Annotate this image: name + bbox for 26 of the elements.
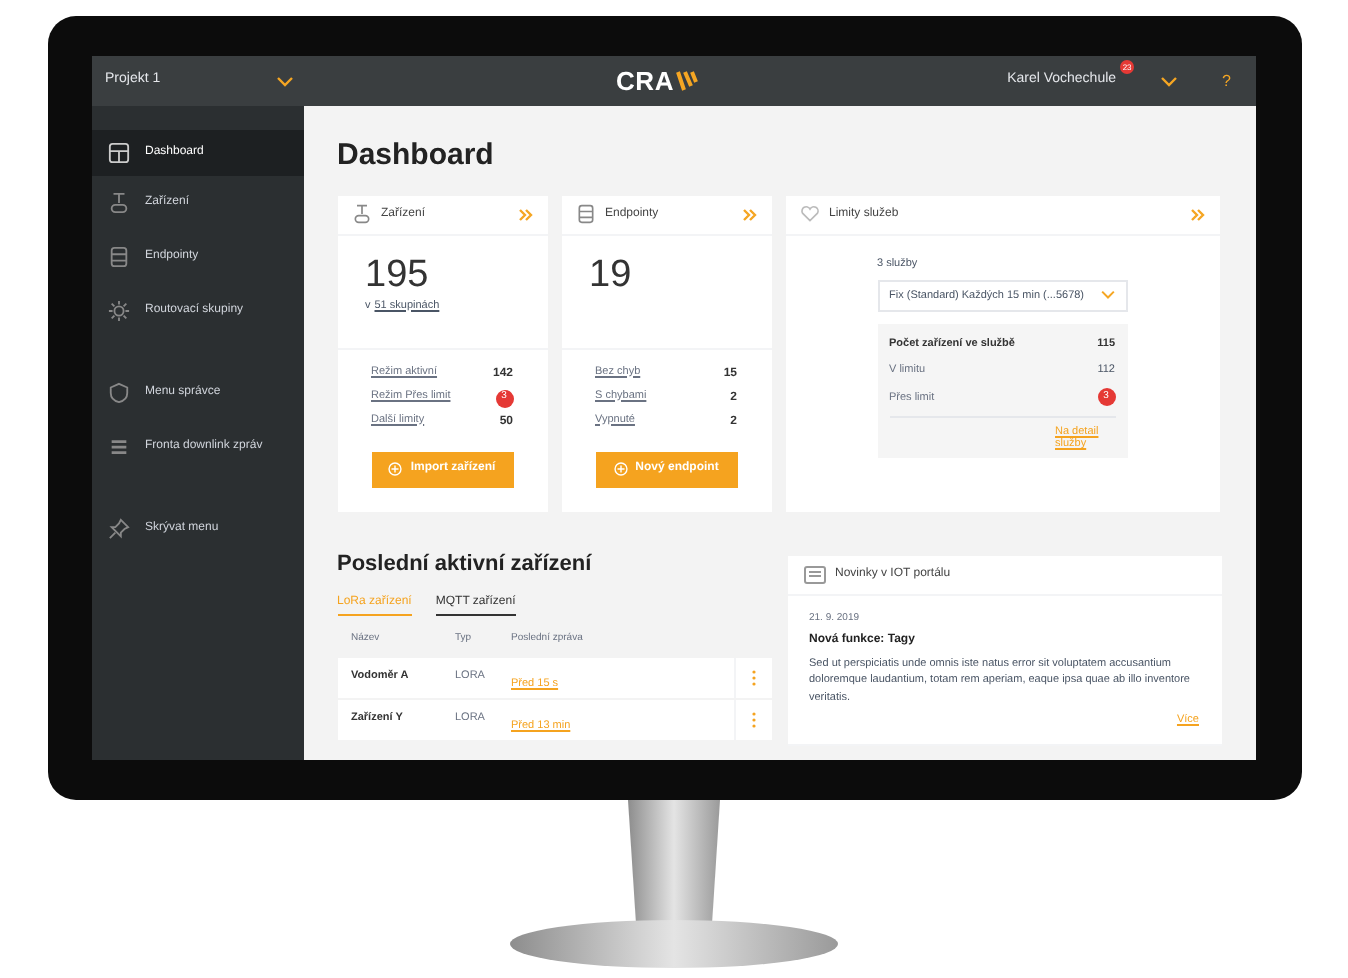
device-icon — [107, 192, 129, 214]
pin-icon — [107, 518, 129, 540]
device-icon — [351, 204, 371, 224]
newspaper-icon — [803, 565, 825, 583]
count-number: 19 — [589, 255, 634, 293]
help-button[interactable]: ? — [1222, 69, 1231, 93]
logo-text: CRA — [615, 63, 675, 100]
heart-icon — [799, 204, 819, 224]
plus-circle-icon — [613, 462, 628, 476]
chevron-down-icon[interactable] — [1160, 75, 1179, 87]
logo-stripes-icon — [676, 70, 699, 92]
section-title: Poslední aktivní zařízení — [337, 549, 594, 579]
plus-circle-icon — [388, 462, 403, 476]
grid-icon — [107, 142, 129, 164]
chevron-down-icon — [1099, 290, 1115, 301]
count-number: 195 — [365, 255, 431, 293]
sun-icon — [107, 300, 129, 322]
chevron-down-icon[interactable] — [275, 75, 293, 87]
double-chevron-icon[interactable] — [1189, 207, 1205, 221]
queue-icon — [107, 436, 129, 458]
shield-icon — [107, 382, 129, 404]
server-icon — [575, 204, 595, 224]
double-chevron-icon[interactable] — [517, 207, 533, 221]
server-icon — [107, 246, 129, 268]
page-title: Dashboard — [337, 136, 496, 176]
double-chevron-icon[interactable] — [741, 207, 757, 221]
